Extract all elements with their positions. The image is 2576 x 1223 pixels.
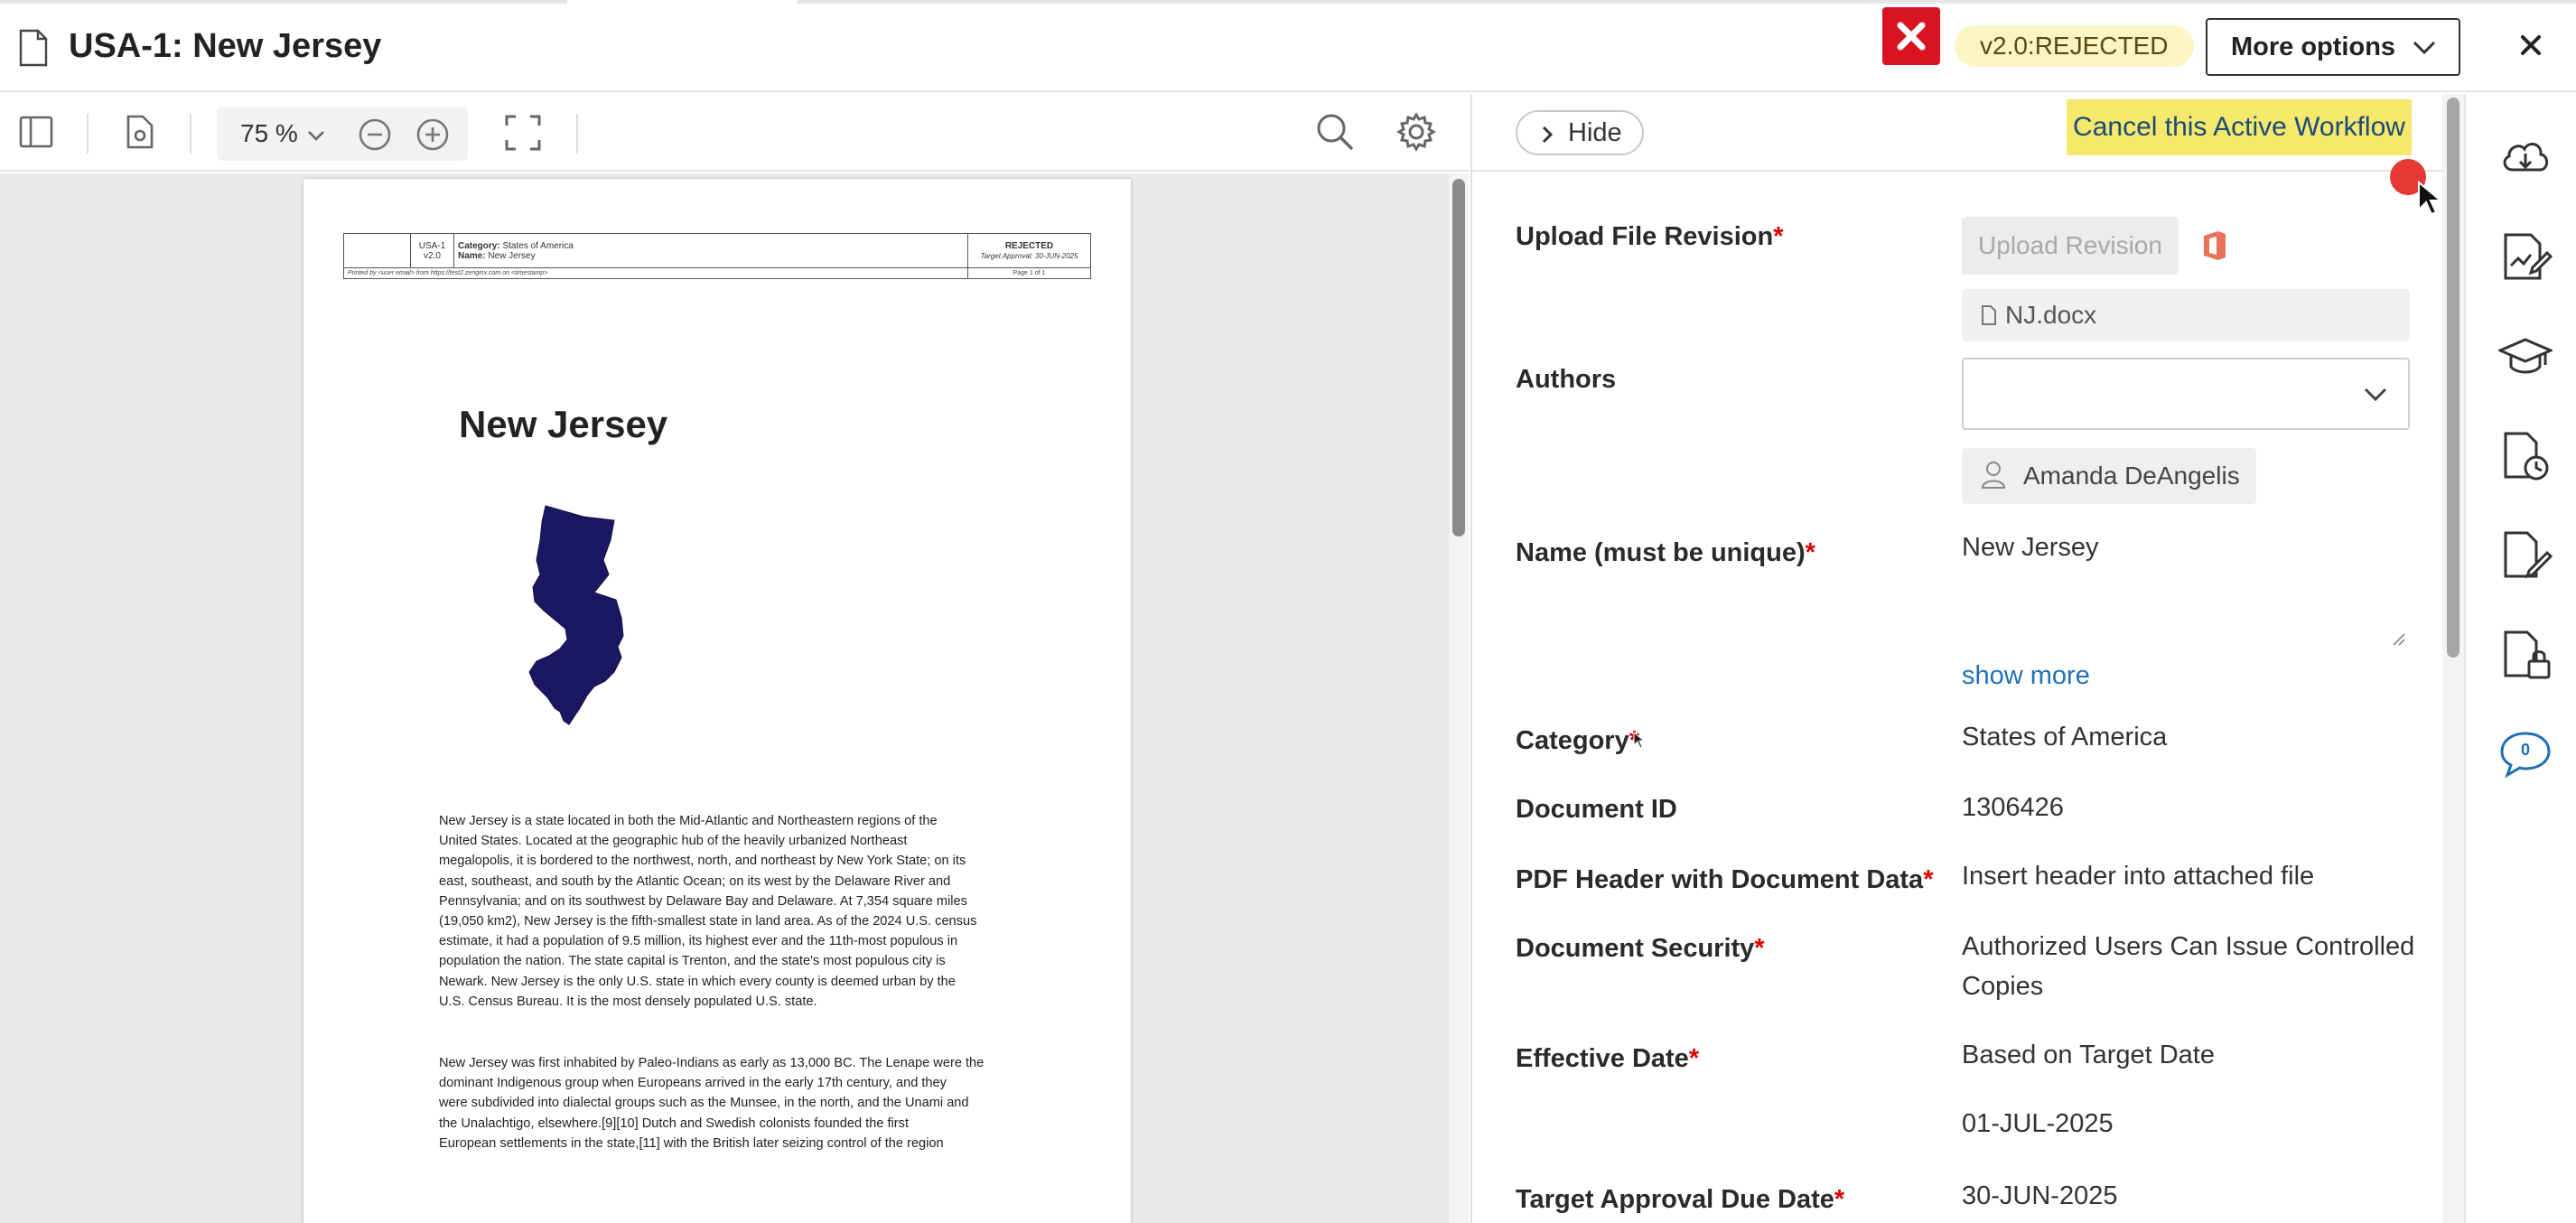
pdf-header-label: PDF Header with Document Data* <box>1516 865 1934 894</box>
document-viewer[interactable]: USA-1 v2.0 Category: States of America N… <box>0 173 1469 1223</box>
gear-icon[interactable] <box>1396 112 1436 152</box>
document-header-table: USA-1 v2.0 Category: States of America N… <box>343 233 1091 279</box>
attached-file-name: NJ.docx <box>2005 301 2097 329</box>
office-document-icon[interactable] <box>2200 229 2227 262</box>
header-id-cell: USA-1 v2.0 <box>410 233 454 268</box>
header-category-value: States of America <box>502 240 574 251</box>
document-title: USA-1: New Jersey <box>69 27 382 65</box>
document-id-label: Document ID <box>1516 795 1677 824</box>
chevron-down-icon <box>2364 387 2387 402</box>
author-name: Amanda DeAngelis <box>2023 462 2240 490</box>
chevron-right-icon <box>1542 126 1554 144</box>
chevron-down-icon <box>2413 41 2436 55</box>
upload-revision-button[interactable]: Upload Revision <box>1962 217 2179 275</box>
document-id-value: 1306426 <box>1962 793 2064 822</box>
document-edit-icon[interactable] <box>2498 527 2553 582</box>
effective-date-date: 01-JUL-2025 <box>1962 1109 2114 1138</box>
user-icon <box>1981 462 2006 489</box>
training-cap-icon[interactable] <box>2498 329 2553 383</box>
authors-label: Authors <box>1516 365 1617 394</box>
header-category-label: Category: <box>458 240 500 251</box>
effective-date-value: Based on Target Date <box>1962 1041 2215 1069</box>
sidebar-toggle-icon[interactable] <box>18 114 54 150</box>
document-settings-icon[interactable] <box>125 114 155 150</box>
pdf-header-value: Insert header into attached file <box>1962 862 2315 891</box>
document-security-label: Document Security* <box>1516 934 1765 963</box>
textarea-resize-icon[interactable] <box>2392 632 2406 647</box>
viewer-toolbar: 75 % <box>0 94 1469 172</box>
target-approval-date-value: 30-JUN-2025 <box>1962 1181 2118 1210</box>
document-security-value: Authorized Users Can Issue Controlled Co… <box>1962 932 2415 1001</box>
toolbar-divider <box>576 114 578 154</box>
document-paragraph: New Jersey is a state located in both th… <box>439 814 977 1009</box>
header-version: v2.0 <box>424 250 441 261</box>
show-more-link[interactable]: show more <box>1962 656 2090 696</box>
toolbar-divider <box>190 114 191 154</box>
author-chip[interactable]: Amanda DeAngelis <box>1962 448 2256 504</box>
header-status: REJECTED <box>1004 240 1054 251</box>
cloud-download-icon[interactable] <box>2498 130 2553 184</box>
document-paragraph: New Jersey was first inhabited by Paleo-… <box>439 1056 985 1151</box>
top-bar: USA-1: New Jersey v2.0:REJECTED More opt… <box>0 0 2576 92</box>
right-action-rail: 0 <box>2464 94 2576 1223</box>
header-name-label: Name: <box>458 250 486 261</box>
properties-panel-toolbar: Hide Cancel this Active Workflow <box>1472 94 2442 172</box>
document-lock-icon[interactable] <box>2498 627 2553 681</box>
fullscreen-icon[interactable] <box>504 114 542 152</box>
new-jersey-map-image <box>528 505 624 725</box>
header-id: USA-1 <box>418 240 446 251</box>
name-field-value[interactable]: New Jersey <box>1962 527 2099 567</box>
signature-chart-icon[interactable] <box>2498 229 2553 284</box>
tab-strip-segment <box>0 0 567 4</box>
viewer-scrollbar[interactable] <box>1449 173 1469 1223</box>
close-icon[interactable] <box>2515 29 2547 61</box>
more-options-dropdown[interactable]: More options <box>2206 18 2460 76</box>
x-mark-icon <box>1897 22 1926 51</box>
header-page-number: Page 1 of 1 <box>967 267 1091 279</box>
zoom-level-select[interactable]: 75 % <box>240 119 298 148</box>
hide-panel-label: Hide <box>1568 117 1622 147</box>
document-heading: New Jersey <box>459 403 668 445</box>
rejected-status-icon <box>1882 7 1940 65</box>
tab-strip-segment <box>797 0 2576 4</box>
header-target-approval: Target Approval: 30-JUN-2025 <box>980 251 1078 260</box>
viewer-scrollbar-thumb[interactable] <box>1452 179 1465 537</box>
document-properties-panel: Hide Cancel this Active Workflow Upload … <box>1470 94 2442 1223</box>
header-name-value: New Jersey <box>488 250 536 261</box>
file-icon <box>1982 305 1996 325</box>
header-printed-by: Printed by <user email> from https://tes… <box>343 267 968 279</box>
attached-file-chip[interactable]: NJ.docx <box>1962 289 2410 341</box>
mouse-cursor-icon <box>1633 732 1646 749</box>
target-approval-date-label: Target Approval Due Date* <box>1516 1185 1845 1214</box>
zoom-control: 75 % <box>217 107 468 161</box>
more-options-label: More options <box>2231 32 2396 61</box>
version-status-badge: v2.0:REJECTED <box>1955 25 2194 67</box>
name-field-label: Name (must be unique)* <box>1516 538 1815 567</box>
search-icon[interactable] <box>1315 112 1355 152</box>
properties-scrollbar-thumb[interactable] <box>2447 98 2459 658</box>
category-label: Category* <box>1516 726 1639 755</box>
upload-file-revision-label: Upload File Revision* <box>1516 222 1784 251</box>
comments-button[interactable]: 0 <box>2498 726 2553 780</box>
properties-scrollbar[interactable] <box>2442 94 2464 1223</box>
document-history-icon[interactable] <box>2498 428 2553 482</box>
comments-count: 0 <box>2520 741 2530 759</box>
document-icon <box>19 29 48 67</box>
tab-strip <box>0 0 2576 4</box>
header-logo-cell <box>343 233 411 268</box>
document-page: USA-1 v2.0 Category: States of America N… <box>303 179 1131 1223</box>
hide-panel-button[interactable]: Hide <box>1516 110 1644 155</box>
mouse-cursor-icon <box>2418 181 2442 216</box>
authors-select[interactable] <box>1962 358 2410 430</box>
category-value: States of America <box>1962 723 2168 752</box>
header-status-cell: REJECTED Target Approval: 30-JUN-2025 <box>967 233 1091 268</box>
header-info-cell: Category: States of America Name: New Je… <box>453 233 968 268</box>
effective-date-label: Effective Date* <box>1516 1044 1700 1073</box>
zoom-out-icon[interactable] <box>358 117 392 152</box>
toolbar-divider <box>87 114 89 154</box>
cancel-active-workflow-button[interactable]: Cancel this Active Workflow <box>2067 99 2412 155</box>
chevron-down-icon[interactable] <box>307 130 325 141</box>
zoom-in-icon[interactable] <box>415 117 450 152</box>
